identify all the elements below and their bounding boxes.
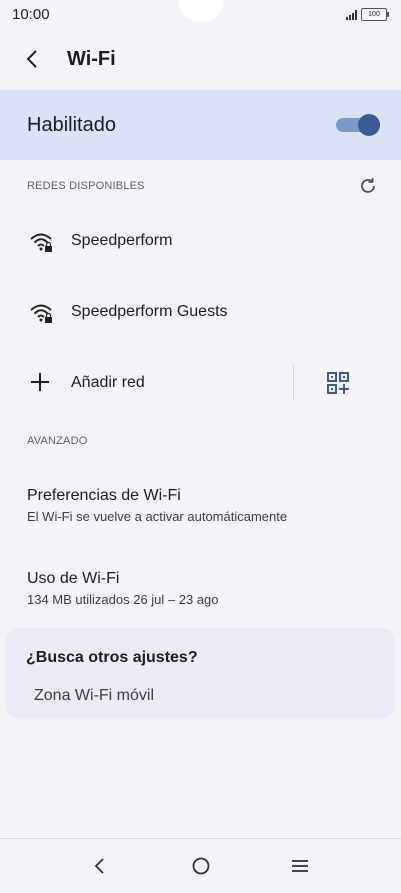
network-row-speedperform[interactable]: Speedperform [0,217,401,267]
nav-home-button[interactable] [189,854,213,878]
switch-thumb [358,114,380,136]
wifi-preferences-row[interactable]: Preferencias de Wi-Fi El Wi-Fi se vuelve… [0,487,401,543]
wifi-preferences-subtitle: El Wi-Fi se vuelve a activar automáticam… [27,509,288,524]
wifi-usage-title: Uso de Wi-Fi [27,570,120,587]
home-icon [192,857,210,875]
wifi-enable-label: Habilitado [27,114,116,136]
wifi-toggle-switch[interactable] [336,114,380,136]
navigation-bar [0,838,401,893]
status-icons: 100 [346,8,389,21]
add-network-row[interactable]: Añadir red [0,357,401,409]
network-name: Speedperform [71,232,173,249]
hotspot-link[interactable]: Zona Wi-Fi móvil [34,687,154,705]
app-header: Wi-Fi [0,34,401,84]
qr-code-scan-icon [327,372,349,394]
network-name: Speedperform Guests [71,303,228,320]
wifi-usage-row[interactable]: Uso de Wi-Fi 134 MB utilizados 26 jul – … [0,570,401,626]
wifi-usage-subtitle: 134 MB utilizados 26 jul – 23 ago [27,592,219,607]
refresh-button[interactable] [357,175,379,197]
plus-icon [31,373,49,391]
signal-icon [346,9,357,20]
qr-scan-button[interactable] [325,370,351,396]
network-row-speedperform-guests[interactable]: Speedperform Guests [0,288,401,338]
wifi-preferences-title: Preferencias de Wi-Fi [27,487,181,504]
suggestions-card: ¿Busca otros ajustes? Zona Wi-Fi móvil [6,628,395,718]
section-label-available: REDES DISPONIBLES [27,180,145,192]
nav-menu-button[interactable] [288,854,312,878]
wifi-locked-icon [30,233,52,252]
page-title: Wi-Fi [67,48,116,70]
battery-icon: 100 [361,8,389,21]
suggestions-title: ¿Busca otros ajustes? [26,649,198,666]
camera-notch [178,0,224,22]
status-time: 10:00 [12,6,50,23]
status-bar: 10:00 100 [0,0,401,32]
nav-back-icon [94,858,104,874]
refresh-icon [361,178,375,193]
add-network-label: Añadir red [71,374,145,391]
back-arrow-icon [26,50,37,68]
section-label-advanced: AVANZADO [27,435,88,447]
divider [293,365,294,401]
battery-level: 100 [368,11,380,18]
nav-back-button[interactable] [88,854,112,878]
back-button[interactable] [18,44,48,74]
wifi-locked-icon [30,304,52,323]
menu-icon [292,860,308,872]
